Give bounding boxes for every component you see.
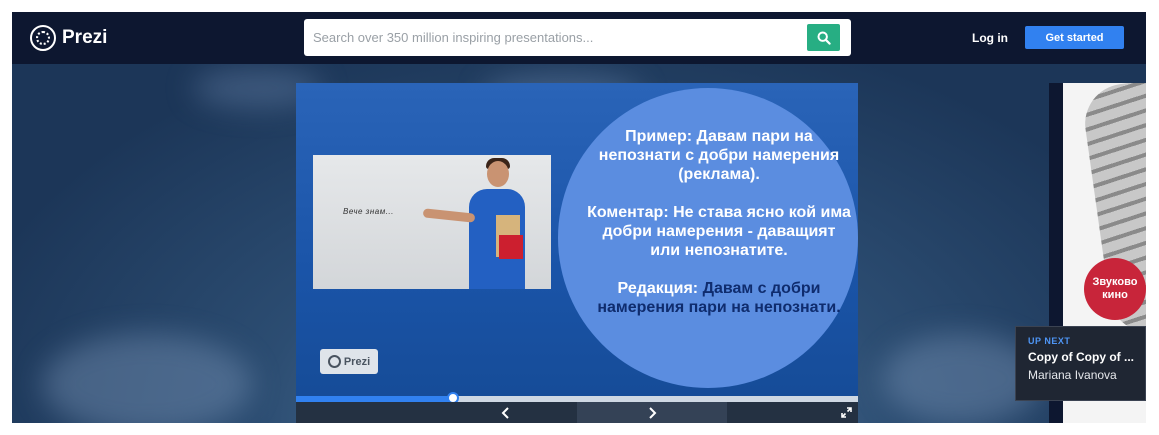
chevron-left-icon xyxy=(501,406,509,419)
search-input[interactable]: Search over 350 million inspiring presen… xyxy=(313,19,593,56)
up-next-label: UP NEXT xyxy=(1028,336,1071,346)
up-next-title[interactable]: Copy of Copy of ... xyxy=(1028,350,1145,364)
chevron-right-icon xyxy=(649,406,657,419)
up-next-author: Mariana Ivanova xyxy=(1028,368,1117,382)
slide-photo: Вече знам... xyxy=(313,155,551,289)
fullscreen-button[interactable] xyxy=(836,402,856,423)
prezi-badge-icon xyxy=(327,355,341,368)
logo-text: Prezi xyxy=(62,27,108,48)
prezi-badge[interactable]: Prezi xyxy=(320,349,378,374)
prezi-logo-icon xyxy=(30,25,56,51)
search-bar[interactable]: Search over 350 million inspiring presen… xyxy=(304,19,851,56)
thumbnail-label: Звуково кино xyxy=(1084,258,1146,320)
top-bar: Prezi Search over 350 million inspiring … xyxy=(12,12,1146,64)
search-button[interactable] xyxy=(807,24,840,51)
search-icon xyxy=(817,31,831,45)
login-link[interactable]: Log in xyxy=(972,12,1008,64)
slide-text-example: Пример: Давам пари на непознати с добри … xyxy=(598,128,840,183)
get-started-button[interactable]: Get started xyxy=(1025,26,1124,49)
prezi-logo[interactable]: Prezi xyxy=(30,24,107,52)
prezi-badge-text: Prezi xyxy=(343,355,371,368)
slide-text-editing: Редакция: Давам с добри намерения пари н… xyxy=(586,279,852,317)
presentation-slide[interactable]: Вече знам... Пример: Давам пари на непоз… xyxy=(296,83,858,396)
slide-text: Пример: Давам пари на непознати с добри … xyxy=(586,127,852,336)
slide-controls xyxy=(296,402,858,423)
next-button[interactable] xyxy=(577,402,727,423)
editing-label: Редакция: xyxy=(617,280,699,297)
expand-icon xyxy=(840,407,852,418)
prev-button[interactable] xyxy=(436,402,576,423)
photo-caption: Вече знам... xyxy=(343,207,394,216)
prezi-viewer-frame: Prezi Search over 350 million inspiring … xyxy=(12,12,1146,423)
slide-text-comment: Коментар: Не става ясно кой има добри на… xyxy=(587,204,851,259)
up-next-card[interactable]: UP NEXT Copy of Copy of ... Mariana Ivan… xyxy=(1015,326,1146,401)
